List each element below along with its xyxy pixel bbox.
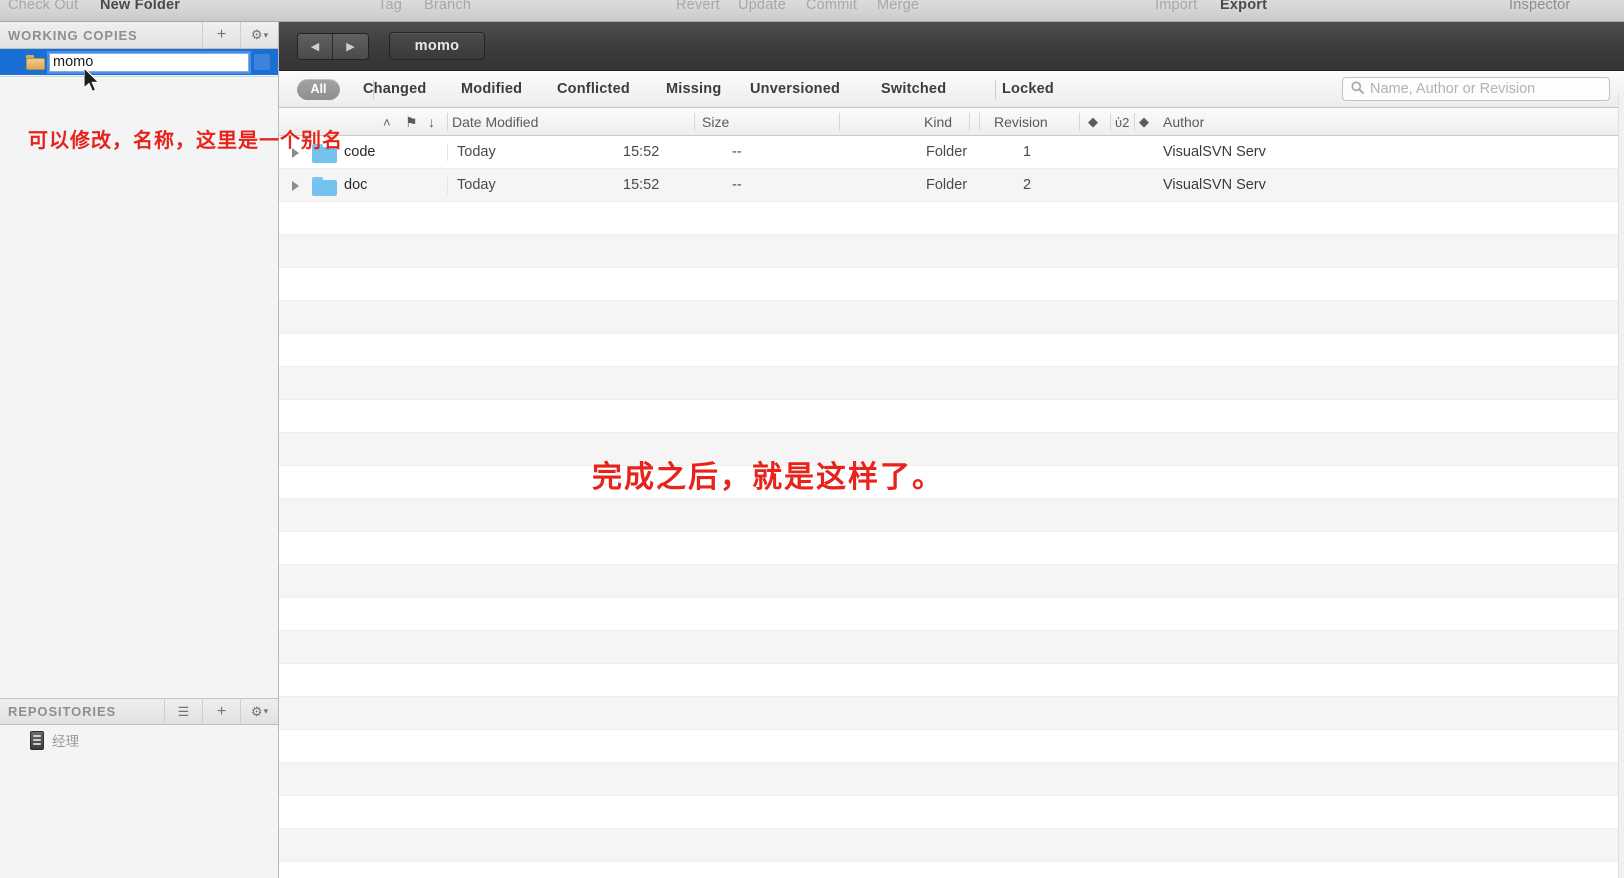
- toolbar-button-inspector[interactable]: Inspector: [1509, 0, 1570, 16]
- row-size: --: [732, 144, 742, 160]
- row-date-time: 15:52: [623, 144, 660, 160]
- search-field[interactable]: Name, Author or Revision: [1342, 77, 1610, 101]
- row-kind: Folder: [926, 177, 968, 193]
- working-copies-title: WORKING COPIES: [8, 27, 138, 43]
- working-copy-rename-input[interactable]: momo: [49, 52, 249, 72]
- toolbar-button-branch[interactable]: Branch: [424, 0, 471, 16]
- repositories-pane: REPOSITORIES ☰ + ⚙ ▾ 经理: [0, 698, 278, 878]
- list-icon: ☰: [177, 703, 190, 719]
- row-kind: Folder: [926, 144, 968, 160]
- toolbar-button-update[interactable]: Update: [738, 0, 786, 16]
- server-icon: [30, 730, 44, 750]
- chevron-down-icon: ▾: [263, 706, 269, 716]
- add-repository-button[interactable]: +: [202, 698, 240, 725]
- column-date-modified[interactable]: Date Modified: [452, 108, 538, 136]
- breadcrumb-momo[interactable]: momo: [389, 32, 485, 60]
- row-author: VisualSVN Serv: [1163, 144, 1266, 160]
- column-lock-icon[interactable]: ὑ2: [1115, 108, 1129, 136]
- filter-conflicted[interactable]: Conflicted: [557, 81, 630, 97]
- row-revision: 2: [1023, 177, 1032, 193]
- row-date-day: Today: [457, 177, 496, 193]
- column-author[interactable]: Author: [1163, 108, 1204, 136]
- filter-changed[interactable]: Changed: [363, 81, 426, 97]
- column-size[interactable]: Size: [702, 108, 729, 136]
- repositories-title: REPOSITORIES: [8, 704, 117, 719]
- row-name: code: [344, 144, 376, 160]
- annotation-rename-note: 可以修改，名称，这里是一个别名: [28, 130, 343, 152]
- back-button[interactable]: ◀: [298, 33, 333, 59]
- toolbar-button-commit[interactable]: Commit: [806, 0, 857, 16]
- repository-name: 经理: [52, 734, 79, 749]
- sidebar-item-momo[interactable]: momo: [0, 49, 278, 75]
- repositories-list-view-button[interactable]: ☰: [164, 698, 202, 725]
- file-table: code Today 15:52 -- Folder 1 VisualSVN S…: [279, 136, 1624, 862]
- navigation-bar: ◀ ▶ momo: [279, 22, 1624, 71]
- toolbar-button-export[interactable]: Export: [1220, 0, 1267, 16]
- plus-icon: +: [216, 702, 227, 720]
- app-toolbar: Check Out New Folder Tag Branch Revert U…: [0, 0, 1624, 22]
- filter-all-label: All: [310, 82, 327, 96]
- column-revision[interactable]: Revision: [994, 108, 1048, 136]
- toolbar-button-tag[interactable]: Tag: [378, 0, 402, 16]
- filter-modified[interactable]: Modified: [461, 81, 522, 97]
- sidebar-item-trailing-badge: [254, 54, 270, 70]
- add-working-copy-button[interactable]: +: [202, 21, 240, 49]
- repository-item[interactable]: 经理: [0, 725, 278, 755]
- disclosure-triangle-icon[interactable]: [292, 181, 299, 191]
- toolbar-button-revert[interactable]: Revert: [676, 0, 720, 16]
- search-icon: [1351, 81, 1364, 97]
- folder-icon: [312, 177, 337, 196]
- triangle-left-icon: ◀: [310, 40, 320, 53]
- plus-icon: +: [216, 26, 227, 43]
- filter-switched[interactable]: Switched: [881, 81, 946, 97]
- table-empty-rows: [279, 202, 1624, 862]
- working-copy-name-value: momo: [53, 54, 94, 70]
- column-status-icon[interactable]: ◆: [1139, 108, 1149, 136]
- search-placeholder: Name, Author or Revision: [1370, 81, 1536, 97]
- repositories-settings-button[interactable]: ⚙ ▾: [240, 698, 278, 725]
- column-tag-icon[interactable]: ◆: [1088, 108, 1098, 136]
- repositories-header: REPOSITORIES ☰ + ⚙ ▾: [0, 698, 278, 725]
- toolbar-button-import[interactable]: Import: [1155, 0, 1197, 16]
- column-download-icon[interactable]: ↓: [428, 108, 435, 136]
- filter-all-button[interactable]: All: [297, 78, 340, 100]
- row-date-day: Today: [457, 144, 496, 160]
- annotation-done-note: 完成之后，就是这样了。: [592, 461, 944, 494]
- breadcrumb-label: momo: [414, 38, 460, 54]
- row-date-time: 15:52: [623, 177, 660, 193]
- toolbar-button-new-folder[interactable]: New Folder: [100, 0, 180, 16]
- row-name: doc: [344, 177, 368, 193]
- toolbar-button-merge[interactable]: Merge: [877, 0, 919, 16]
- working-copies-header: WORKING COPIES + ⚙ ▾: [0, 21, 278, 49]
- triangle-right-icon: ▶: [346, 40, 355, 53]
- forward-button[interactable]: ▶: [333, 33, 368, 59]
- gear-icon: ⚙: [250, 703, 263, 719]
- column-sort-indicator-icon[interactable]: ˄: [383, 108, 391, 136]
- filter-bar: All Changed Modified Conflicted Missing …: [279, 71, 1624, 108]
- filter-missing[interactable]: Missing: [666, 81, 721, 97]
- vertical-scrollbar[interactable]: [1618, 93, 1624, 878]
- row-author: VisualSVN Serv: [1163, 177, 1266, 193]
- filter-unversioned[interactable]: Unversioned: [750, 81, 840, 97]
- table-row[interactable]: doc Today 15:52 -- Folder 2 VisualSVN Se…: [279, 169, 1624, 202]
- row-revision: 1: [1023, 144, 1032, 160]
- column-flag-icon[interactable]: ⚑: [405, 108, 418, 136]
- working-copies-settings-button[interactable]: ⚙ ▾: [240, 21, 278, 49]
- gear-icon: ⚙: [250, 27, 263, 42]
- main-panel: ◀ ▶ momo All Changed Modified Conflicted…: [279, 22, 1624, 878]
- chevron-down-icon: ▾: [263, 29, 269, 40]
- toolbar-button-check-out[interactable]: Check Out: [8, 0, 78, 16]
- history-nav-segmented-control: ◀ ▶: [297, 32, 369, 60]
- table-row[interactable]: code Today 15:52 -- Folder 1 VisualSVN S…: [279, 136, 1624, 169]
- table-column-headers: ˄ ⚑ ↓ Date Modified Size Kind Revision ◆…: [279, 108, 1624, 136]
- column-kind[interactable]: Kind: [924, 108, 952, 136]
- app-window: Check Out New Folder Tag Branch Revert U…: [0, 0, 1624, 878]
- row-size: --: [732, 177, 742, 193]
- folder-icon: [26, 54, 45, 70]
- filter-locked[interactable]: Locked: [1002, 81, 1054, 97]
